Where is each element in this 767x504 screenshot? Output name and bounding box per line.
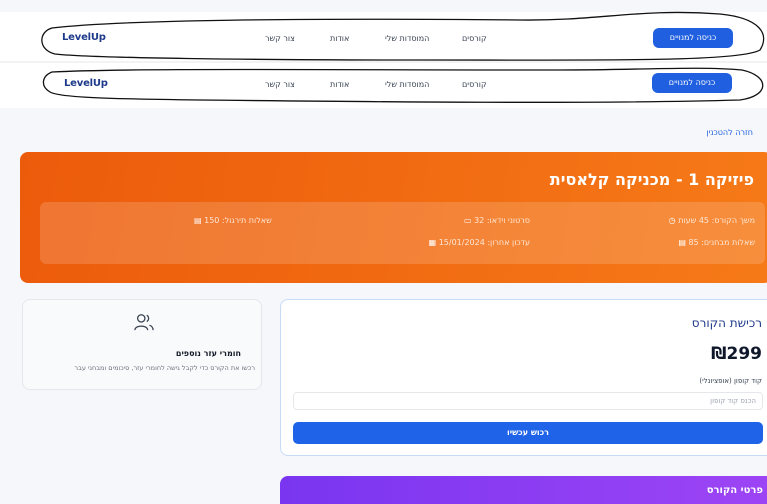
nav-link-courses-2[interactable]: קורסים xyxy=(462,80,487,89)
navbar-top: LevelUp צור קשר אודות המוסדות שלי קורסים… xyxy=(0,12,767,66)
meta-last-update: עדכון אחרון: 15/01/2024 ▦ xyxy=(425,238,530,247)
document-icon-2: ▤ xyxy=(194,216,202,225)
nav-link-institutions-2[interactable]: המוסדות שלי xyxy=(385,80,429,89)
course-meta-panel: משך הקורס: 45 שעות ◷ שאלות מבחנים: 85 ▤ … xyxy=(40,202,765,264)
nav-link-courses[interactable]: קורסים xyxy=(462,34,487,43)
purchase-title: רכישת הקורס xyxy=(691,316,762,330)
navbar-second: LevelUp צור קשר אודות המוסדות שלי קורסים… xyxy=(0,62,767,108)
video-icon: ▭ xyxy=(463,216,472,225)
back-to-technion-link[interactable]: חזרה להטכנין xyxy=(706,128,753,137)
course-details-section: פרטי הקורס xyxy=(280,476,767,504)
logo-second[interactable]: LevelUp xyxy=(64,78,108,89)
course-details-title: פרטי הקורס xyxy=(706,485,763,496)
calendar-icon: ▦ xyxy=(428,238,437,247)
course-hero: פיזיקה 1 - מכניקה קלאסית משך הקורס: 45 ש… xyxy=(20,152,767,283)
purchase-card: רכישת הקורס ₪299 קוד קופון (אופציונלי) ה… xyxy=(280,299,767,456)
course-page: LevelUp צור קשר אודות המוסדות שלי קורסים… xyxy=(0,0,767,504)
materials-card: חומרי עזר נוספים רכשו את הקורס כדי לקבל … xyxy=(22,299,262,390)
materials-title: חומרי עזר נוספים xyxy=(175,349,241,358)
last-update-text: עדכון אחרון: 15/01/2024 xyxy=(438,238,530,247)
course-title: פיזיקה 1 - מכניקה קלאסית xyxy=(549,170,754,189)
nav-link-contact[interactable]: צור קשר xyxy=(265,34,295,43)
coupon-label: קוד קופון (אופציונלי) xyxy=(699,377,762,385)
clock-icon: ◷ xyxy=(668,216,676,225)
nav-link-about-2[interactable]: אודות xyxy=(330,80,349,89)
exam-questions-text: שאלות מבחנים: 85 xyxy=(688,238,755,247)
meta-exam-questions: שאלות מבחנים: 85 ▤ xyxy=(674,238,755,247)
logo[interactable]: LevelUp xyxy=(62,32,106,43)
subscriber-login-button[interactable]: כניסה למנויים xyxy=(653,28,733,48)
coupon-input[interactable]: הכנס קוד קופון xyxy=(293,392,763,410)
practice-text: שאלות תירגול: 150 xyxy=(204,216,272,225)
meta-duration: משך הקורס: 45 שעות ◷ xyxy=(665,216,755,225)
subscriber-login-button-2[interactable]: כניסה למנויים xyxy=(652,73,732,93)
duration-text: משך הקורס: 45 שעות xyxy=(678,216,755,225)
document-icon: ▤ xyxy=(678,238,686,247)
course-price: ₪299 xyxy=(711,344,762,364)
meta-practice: שאלות תירגול: 150 ▤ xyxy=(190,216,272,225)
buy-now-button[interactable]: רכוש עכשיו xyxy=(293,422,763,444)
nav-link-about[interactable]: אודות xyxy=(330,34,349,43)
videos-text: סרטוני וידאו: 32 xyxy=(474,216,530,225)
people-icon xyxy=(134,314,154,331)
nav-link-institutions[interactable]: המוסדות שלי xyxy=(385,34,429,43)
meta-videos: סרטוני וידאו: 32 ▭ xyxy=(460,216,530,225)
materials-description: רכשו את הקורס כדי לקבל גישה לחומרי עזר, … xyxy=(74,364,255,372)
nav-link-contact-2[interactable]: צור קשר xyxy=(265,80,295,89)
